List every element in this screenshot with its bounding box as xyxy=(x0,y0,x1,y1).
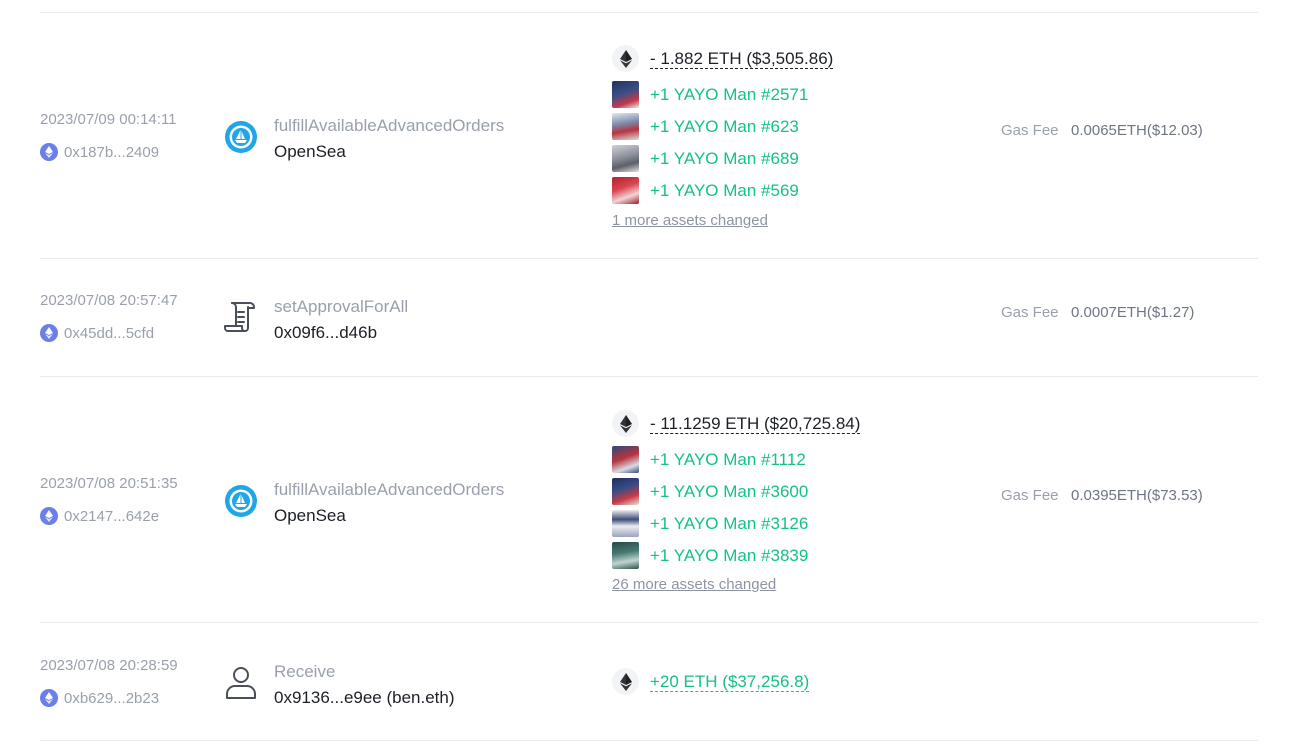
tx-hash-link[interactable]: 0x45dd...5cfd xyxy=(40,324,154,342)
tx-method: Receive xyxy=(274,662,336,681)
tx-hash: 0xb629...2b23 xyxy=(64,689,160,707)
row-divider xyxy=(40,740,1258,741)
tx-hash-link[interactable]: 0xb629...2b23 xyxy=(40,689,159,707)
tx-target[interactable]: 0x09f6...d46b xyxy=(274,323,377,343)
asset-nft: +1 YAYO Man #3126 xyxy=(612,510,808,537)
ethereum-icon xyxy=(612,668,639,695)
ethereum-chain-icon xyxy=(40,324,58,342)
gas-fee-value: 0.0395ETH($73.53) xyxy=(1071,487,1203,504)
tx-method: fulfillAvailableAdvancedOrders xyxy=(274,116,505,135)
eth-amount[interactable]: +20 ETH ($37,256.8) xyxy=(650,672,810,692)
tx-target[interactable]: OpenSea xyxy=(274,142,346,162)
asset-eth-change: +20 ETH ($37,256.8) xyxy=(612,668,810,695)
asset-nft: +1 YAYO Man #569 xyxy=(612,177,799,204)
ethereum-chain-icon xyxy=(40,143,58,161)
asset-eth-change: - 1.882 ETH ($3,505.86) xyxy=(612,45,834,72)
nft-thumbnail xyxy=(612,542,639,569)
asset-nft: +1 YAYO Man #3600 xyxy=(612,478,808,505)
nft-label: +1 YAYO Man #623 xyxy=(650,116,799,136)
asset-nft: +1 YAYO Man #689 xyxy=(612,145,799,172)
ethereum-icon xyxy=(612,410,639,437)
tx-method: fulfillAvailableAdvancedOrders xyxy=(274,480,505,499)
tx-hash: 0x45dd...5cfd xyxy=(64,324,155,342)
nft-thumbnail xyxy=(612,177,639,204)
tx-time: 2023/07/08 20:57:47 xyxy=(40,292,178,309)
nft-thumbnail xyxy=(612,81,639,108)
nft-thumbnail xyxy=(612,113,639,140)
gas-fee-label: Gas Fee xyxy=(1001,122,1059,139)
gas-fee-label: Gas Fee xyxy=(1001,487,1059,504)
ethereum-icon xyxy=(612,45,639,72)
asset-nft: +1 YAYO Man #623 xyxy=(612,113,799,140)
user-icon xyxy=(222,663,260,701)
contract-scroll-icon xyxy=(222,298,260,336)
nft-label: +1 YAYO Man #3126 xyxy=(650,513,809,533)
tx-target[interactable]: 0x9136...e9ee (ben.eth) xyxy=(274,688,455,708)
nft-label: +1 YAYO Man #1112 xyxy=(650,449,806,469)
nft-label: +1 YAYO Man #3839 xyxy=(650,545,809,565)
opensea-icon xyxy=(222,118,260,156)
tx-time: 2023/07/08 20:51:35 xyxy=(40,475,178,492)
tx-hash: 0x2147...642e xyxy=(64,507,160,525)
gas-fee-value: 0.0065ETH($12.03) xyxy=(1071,122,1203,139)
tx-hash: 0x187b...2409 xyxy=(64,143,160,161)
tx-target[interactable]: OpenSea xyxy=(274,506,346,526)
tx-hash-link[interactable]: 0x2147...642e xyxy=(40,507,159,525)
row-divider xyxy=(40,622,1258,623)
asset-nft: +1 YAYO Man #2571 xyxy=(612,81,808,108)
opensea-icon xyxy=(222,482,260,520)
more-assets-link[interactable]: 26 more assets changed xyxy=(612,576,776,593)
tx-hash-link[interactable]: 0x187b...2409 xyxy=(40,143,159,161)
more-assets-link[interactable]: 1 more assets changed xyxy=(612,212,768,229)
ethereum-chain-icon xyxy=(40,507,58,525)
tx-method: setApprovalForAll xyxy=(274,297,409,316)
eth-amount[interactable]: - 1.882 ETH ($3,505.86) xyxy=(650,49,834,69)
gas-fee-label: Gas Fee xyxy=(1001,304,1059,321)
asset-eth-change: - 11.1259 ETH ($20,725.84) xyxy=(612,410,861,437)
gas-fee-value: 0.0007ETH($1.27) xyxy=(1071,304,1195,321)
nft-label: +1 YAYO Man #2571 xyxy=(650,84,809,104)
tx-time: 2023/07/09 00:14:11 xyxy=(40,111,177,128)
row-divider xyxy=(40,376,1258,377)
nft-thumbnail xyxy=(612,478,639,505)
nft-thumbnail xyxy=(612,145,639,172)
ethereum-chain-icon xyxy=(40,689,58,707)
row-divider xyxy=(40,12,1258,13)
row-divider xyxy=(40,258,1258,259)
nft-thumbnail xyxy=(612,446,639,473)
tx-time: 2023/07/08 20:28:59 xyxy=(40,657,178,674)
nft-thumbnail xyxy=(612,510,639,537)
asset-nft: +1 YAYO Man #3839 xyxy=(612,542,808,569)
nft-label: +1 YAYO Man #569 xyxy=(650,180,799,200)
nft-label: +1 YAYO Man #3600 xyxy=(650,481,809,501)
asset-nft: +1 YAYO Man #1112 xyxy=(612,446,806,473)
nft-label: +1 YAYO Man #689 xyxy=(650,148,799,168)
eth-amount[interactable]: - 11.1259 ETH ($20,725.84) xyxy=(650,414,861,434)
